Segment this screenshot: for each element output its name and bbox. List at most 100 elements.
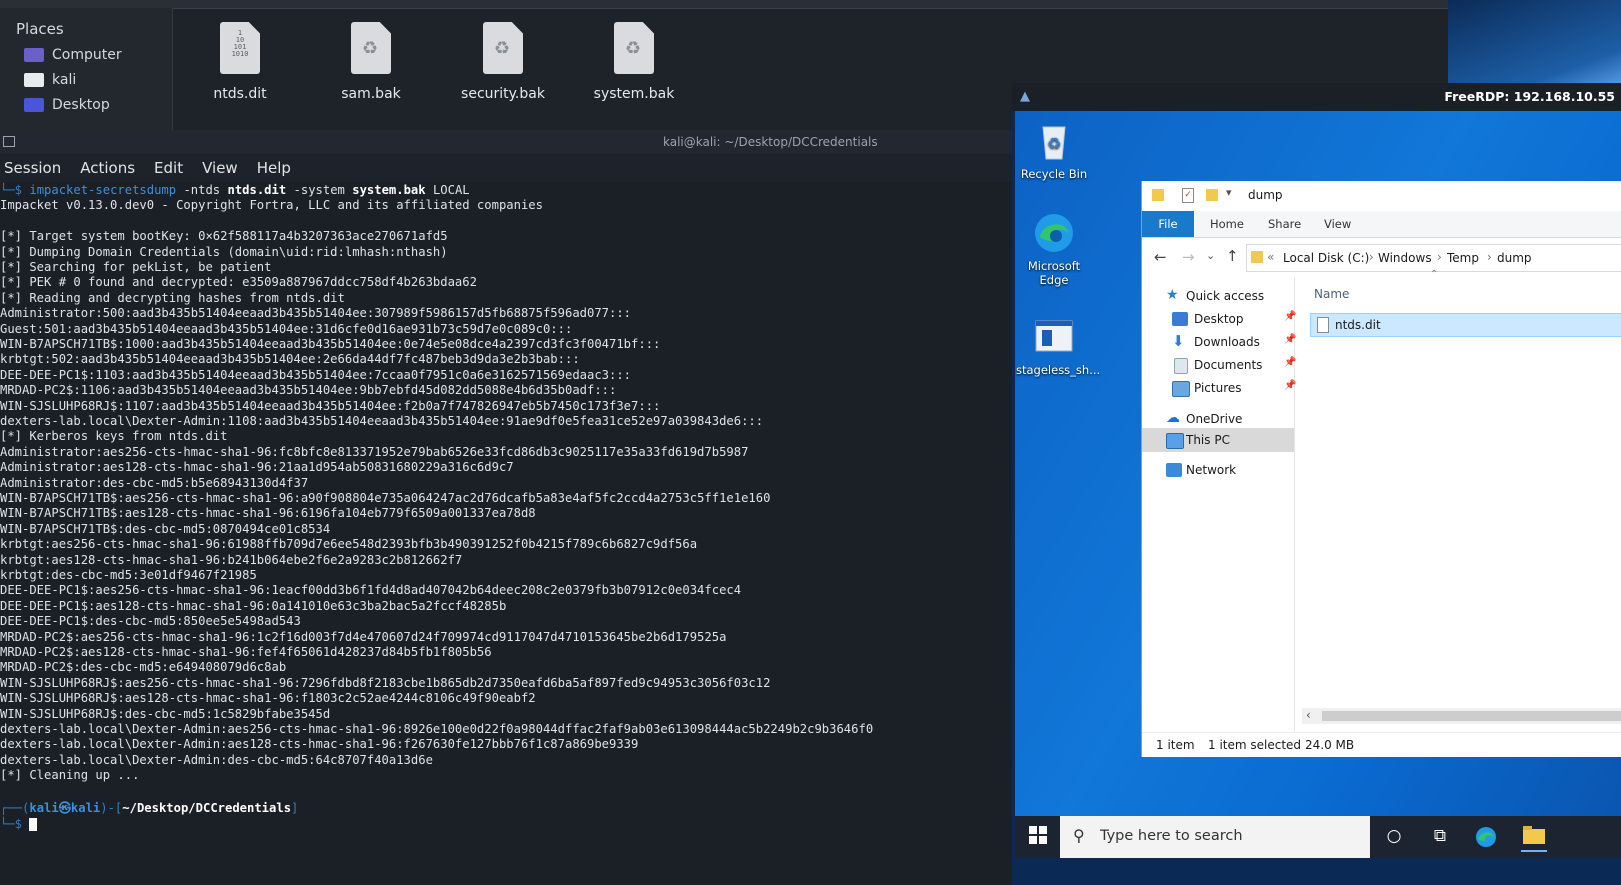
places-sidebar: Places Computer kali Desktop — [0, 8, 173, 130]
forward-arrow-icon[interactable]: → — [1182, 248, 1195, 266]
output-line: [*] Cleaning up ... — [0, 768, 140, 783]
nav-documents[interactable]: Documents 📌 — [1142, 354, 1297, 376]
nav-pictures[interactable]: Pictures 📌 — [1142, 377, 1296, 399]
output-line: [*] Kerberos keys from ntds.dit — [0, 429, 228, 444]
nav-downloads[interactable]: ⬇ Downloads 📌 — [1142, 331, 1296, 353]
cortana-icon[interactable]: ○ — [1383, 826, 1405, 848]
nav-desktop[interactable]: Desktop 📌 — [1142, 308, 1297, 330]
binary-file-icon: 1 10 101 1010 — [220, 22, 260, 74]
ribbon-tab-share[interactable]: Share — [1268, 217, 1301, 231]
crumb-dump[interactable]: dump — [1497, 251, 1532, 265]
nav-network[interactable]: Network — [1142, 459, 1294, 481]
prompt-path: ~/Desktop/DCCredentials — [122, 801, 292, 815]
file-ntds-dit[interactable]: 1 10 101 1010 ntds.dit — [185, 22, 295, 102]
output-line: MRDAD-PC2$:des-cbc-md5:e649408079d6c8ab — [0, 660, 287, 675]
desktop-folder-icon — [24, 98, 44, 112]
output-line: WIN-B7APSCH71TB$:aes256-cts-hmac-sha1-96… — [0, 491, 771, 505]
prompt-mid: )-[ — [100, 801, 123, 815]
output-line: WIN-B7APSCH71TB$:des-cbc-md5:0870494ce01… — [0, 521, 331, 536]
input-line[interactable]: └─$ — [0, 817, 38, 832]
explorer-navbar: ← → ⌄ ↑ « Local Disk (C:) › Windows › Te… — [1142, 238, 1621, 278]
task-view-icon[interactable]: ⧉ — [1429, 826, 1451, 848]
scrollbar-thumb[interactable] — [1322, 711, 1621, 721]
rdp-titlebar[interactable]: ▲ FreeRDP: 192.168.10.55 — [1012, 83, 1621, 111]
taskbar-search-box[interactable]: ⚲ Type here to search — [1060, 816, 1370, 858]
output-line: Administrator:500:aad3b435b51404eeaad3b4… — [0, 306, 632, 321]
chevron-right-icon: › — [1487, 250, 1492, 264]
desktop-icon-edge[interactable]: Microsoft Edge — [1016, 211, 1092, 287]
chevron-right-icon: › — [1437, 250, 1442, 264]
recycle-file-icon: ♻ — [351, 22, 391, 74]
explorer-titlebar[interactable]: ✓ ▾ dump — [1142, 181, 1621, 211]
output-line: krbtgt:aes256-cts-hmac-sha1-96:61988ffb7… — [0, 537, 698, 552]
file-system-bak[interactable]: ♻ system.bak — [579, 22, 689, 102]
menu-view[interactable]: View — [202, 159, 238, 177]
ribbon-tab-file[interactable]: File — [1142, 211, 1194, 237]
place-kali[interactable]: kali — [24, 69, 76, 91]
ribbon-tab-view[interactable]: View — [1324, 217, 1351, 231]
desktop-icon-stageless[interactable]: stageless_sh... — [1016, 315, 1100, 377]
chevron-left-icon[interactable]: ‹ — [1306, 708, 1311, 722]
nav-label: Desktop — [1194, 312, 1244, 326]
crumb-temp[interactable]: Temp — [1447, 251, 1479, 265]
home-folder-icon — [24, 73, 44, 87]
back-arrow-icon[interactable]: ← — [1154, 248, 1167, 266]
file-security-bak[interactable]: ♻ security.bak — [448, 22, 558, 102]
nav-this-pc[interactable]: This PC — [1142, 428, 1294, 452]
file-explorer-taskbar-icon[interactable] — [1521, 822, 1547, 852]
prompt-line: ┌──(kali㉿kali)-[~/Desktop/DCCredentials] — [0, 801, 298, 816]
windows-start-icon[interactable] — [1027, 826, 1049, 848]
output-line: Guest:501:aad3b435b51404eeaad3b435b51404… — [0, 321, 573, 336]
menu-session[interactable]: Session — [4, 159, 61, 177]
pin-icon: 📌 — [1284, 357, 1297, 368]
place-desktop[interactable]: Desktop — [24, 94, 110, 116]
place-computer[interactable]: Computer — [24, 44, 122, 66]
output-line: dexters-lab.local\Dexter-Admin:1108:aad3… — [0, 414, 764, 428]
terminal-output[interactable]: └─$ impacket-secretsdump -ntds ntds.dit … — [0, 182, 1012, 885]
file-row-ntds-dit[interactable]: ntds.dit — [1310, 313, 1621, 337]
address-bar[interactable]: « Local Disk (C:) › Windows › Temp › dum… — [1246, 244, 1621, 272]
recent-locations-icon[interactable]: ⌄ — [1206, 249, 1215, 262]
quick-access-dropdown-icon[interactable]: ▾ — [1226, 186, 1232, 199]
search-icon: ⚲ — [1073, 826, 1085, 845]
column-header-name[interactable]: Name — [1314, 287, 1349, 301]
pictures-icon — [1172, 381, 1190, 397]
search-placeholder: Type here to search — [1100, 828, 1243, 844]
up-arrow-icon[interactable]: ↑ — [1226, 247, 1239, 265]
place-label: Desktop — [52, 97, 110, 113]
output-line: WIN-SJSLUHP68RJ$:aes256-cts-hmac-sha1-96… — [0, 675, 771, 690]
prompt-open: ┌──( — [0, 801, 30, 815]
crumb-local-disk[interactable]: Local Disk (C:) — [1283, 251, 1369, 265]
explorer-statusbar: 1 item 1 item selected 24.0 MB — [1142, 732, 1621, 758]
rdp-window: ▲ FreeRDP: 192.168.10.55 ♻ Recycle Bin M… — [1012, 83, 1621, 885]
crumb-windows[interactable]: Windows — [1378, 251, 1432, 265]
nav-quick-access[interactable]: ★ Quick access — [1142, 285, 1294, 307]
menu-actions[interactable]: Actions — [80, 159, 135, 177]
nav-label: OneDrive — [1186, 412, 1243, 426]
output-line: DEE-DEE-PC1$:aes128-cts-hmac-sha1-96:0a1… — [0, 598, 507, 613]
terminal-titlebar[interactable]: kali@kali: ~/Desktop/DCCredentials — [0, 130, 1012, 154]
command-program: impacket-secretsdump — [29, 183, 177, 197]
file-name: ntds.dit — [213, 86, 267, 102]
edge-taskbar-icon[interactable] — [1475, 826, 1497, 848]
computer-icon — [24, 48, 44, 62]
command-part: LOCAL — [425, 183, 470, 197]
address-overflow[interactable]: « — [1267, 250, 1274, 264]
desktop-icon-recycle-bin[interactable]: ♻ Recycle Bin — [1016, 119, 1092, 181]
file-sam-bak[interactable]: ♻ sam.bak — [316, 22, 426, 102]
horizontal-scrollbar[interactable]: ‹ — [1302, 708, 1621, 724]
prompt-hook: └─$ — [0, 183, 30, 197]
new-folder-icon[interactable] — [1206, 189, 1218, 201]
output-line: dexters-lab.local\Dexter-Admin:aes256-ct… — [0, 722, 874, 736]
menu-help[interactable]: Help — [257, 159, 291, 177]
status-size: 24.0 MB — [1305, 738, 1355, 752]
output-line: WIN-B7APSCH71TB$:aes128-cts-hmac-sha1-96… — [0, 506, 536, 521]
pin-icon: 📌 — [1284, 311, 1297, 322]
properties-icon[interactable]: ✓ — [1182, 188, 1194, 203]
ribbon-tab-home[interactable]: Home — [1210, 217, 1244, 231]
output-line: WIN-SJSLUHP68RJ$:des-cbc-md5:1c5829bfabe… — [0, 706, 331, 721]
nav-onedrive[interactable]: ☁ OneDrive — [1142, 408, 1294, 430]
menu-edit[interactable]: Edit — [154, 159, 183, 177]
nav-label: Quick access — [1186, 289, 1265, 303]
output-line: MRDAD-PC2$:aes128-cts-hmac-sha1-96:fef4f… — [0, 645, 492, 659]
